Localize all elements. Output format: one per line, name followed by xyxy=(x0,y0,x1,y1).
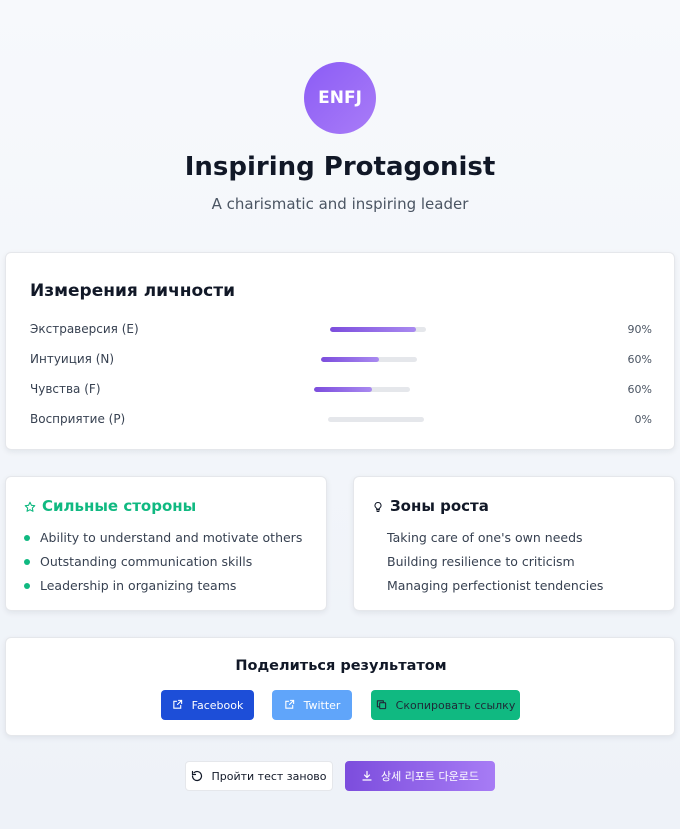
retry-label: Пройти тест заново xyxy=(211,769,327,783)
dimension-bar xyxy=(314,387,410,392)
list-item: Ability to understand and motivate other… xyxy=(24,530,302,545)
dimension-label: Восприятие (P) xyxy=(30,412,126,426)
lightbulb-icon xyxy=(372,500,384,512)
share-card: Поделиться результатом Facebook Twitter … xyxy=(5,637,675,736)
bullet-dot xyxy=(24,558,30,565)
growth-heading: Зоны роста xyxy=(372,497,489,515)
copy-link-button[interactable]: Скопировать ссылку xyxy=(371,690,520,720)
dimension-bar-fill xyxy=(314,387,372,392)
list-item: Outstanding communication skills xyxy=(24,554,252,569)
share-facebook-button[interactable]: Facebook xyxy=(161,690,254,720)
growth-title: Зоны роста xyxy=(390,497,489,515)
twitter-label: Twitter xyxy=(303,698,341,712)
facebook-label: Facebook xyxy=(191,698,244,712)
download-report-button[interactable]: 상세 리포트 다운로드 xyxy=(345,761,495,791)
list-item: Building resilience to criticism xyxy=(387,554,575,569)
external-link-icon xyxy=(284,699,296,711)
list-item: Taking care of one's own needs xyxy=(387,530,583,545)
dimension-label: Чувства (F) xyxy=(30,382,101,396)
dimensions-card: Измерения личности Экстраверсия (E) 90% … xyxy=(5,252,675,450)
dimension-percent: 60% xyxy=(627,353,652,366)
strength-text: Outstanding communication skills xyxy=(40,554,253,569)
external-link-icon xyxy=(172,699,184,711)
list-item: Leadership in organizing teams xyxy=(24,578,236,593)
copy-icon xyxy=(376,699,388,711)
type-title: Inspiring Protagonist xyxy=(184,152,496,182)
bullet-dot xyxy=(24,582,30,589)
type-subtitle: A charismatic and inspiring leader xyxy=(211,195,469,213)
dimension-percent: 60% xyxy=(627,383,652,396)
type-badge: ENFJ xyxy=(304,62,376,134)
strengths-card: Сильные стороны Ability to understand an… xyxy=(5,476,327,611)
refresh-icon xyxy=(191,770,203,782)
dimension-label: Экстраверсия (E) xyxy=(30,322,139,336)
copy-label: Скопировать ссылку xyxy=(395,698,516,712)
download-icon xyxy=(361,770,373,782)
dimension-bar xyxy=(321,357,417,362)
strength-text: Leadership in organizing teams xyxy=(40,578,237,593)
dimension-percent: 0% xyxy=(634,413,652,426)
dimension-row: Восприятие (P) 0% xyxy=(30,410,652,430)
share-twitter-button[interactable]: Twitter xyxy=(272,690,352,720)
dimension-label: Интуиция (N) xyxy=(30,352,115,366)
strength-text: Ability to understand and motivate other… xyxy=(40,530,303,545)
dimension-row: Интуиция (N) 60% xyxy=(30,350,652,370)
retry-test-button[interactable]: Пройти тест заново xyxy=(185,761,333,791)
result-hero: ENFJ Inspiring Protagonist A charismatic… xyxy=(0,0,680,240)
dimension-bar xyxy=(328,417,424,422)
dimension-row: Чувства (F) 60% xyxy=(30,380,652,400)
dimension-bar xyxy=(330,327,426,332)
bullet-dot xyxy=(24,534,30,541)
strengths-title: Сильные стороны xyxy=(42,497,197,515)
strengths-heading: Сильные стороны xyxy=(24,497,196,515)
list-item: Managing perfectionist tendencies xyxy=(387,578,604,593)
share-title: Поделиться результатом xyxy=(235,658,447,674)
dimensions-title: Измерения личности xyxy=(30,281,236,301)
report-label: 상세 리포트 다운로드 xyxy=(380,770,480,783)
dimension-bar-fill xyxy=(321,357,379,362)
dimension-percent: 90% xyxy=(627,323,652,336)
dimension-row: Экстраверсия (E) 90% xyxy=(30,320,652,340)
star-icon xyxy=(24,500,36,512)
growth-card: Зоны роста Taking care of one's own need… xyxy=(353,476,675,611)
dimension-bar-fill xyxy=(330,327,417,332)
